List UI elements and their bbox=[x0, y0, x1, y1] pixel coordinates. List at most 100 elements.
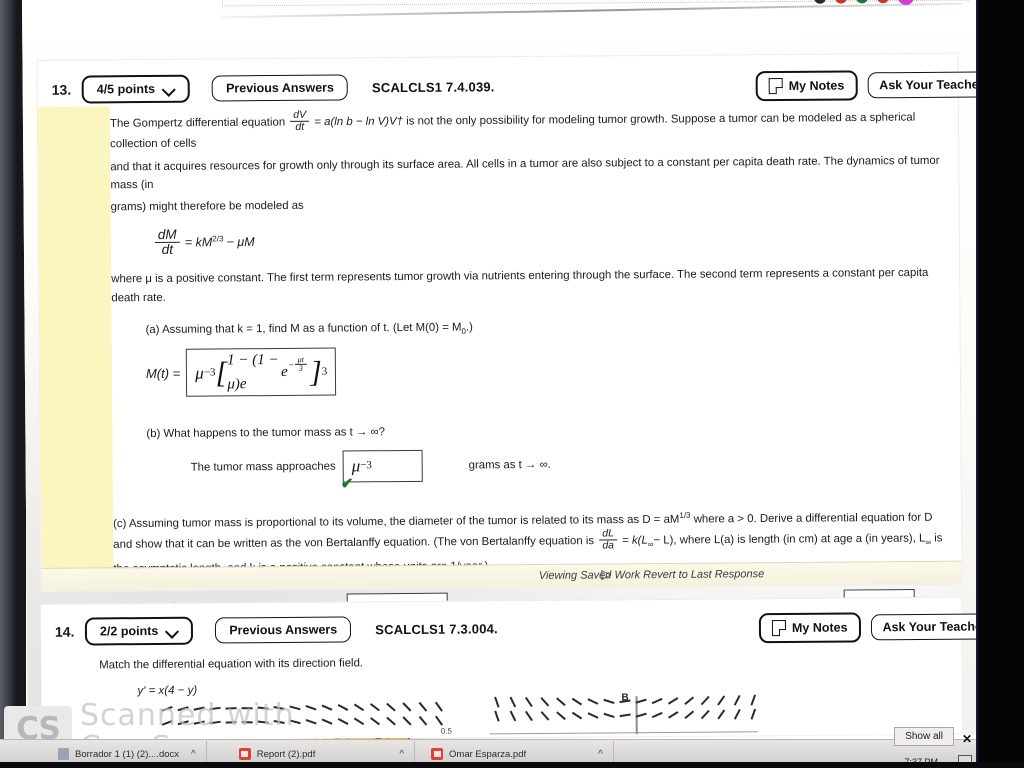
question-14-points-label: 2/2 points bbox=[99, 623, 159, 639]
part-c-line1-tail: where a > 0. Derive a differential equat… bbox=[690, 511, 933, 526]
direction-field-tick bbox=[587, 698, 599, 705]
direction-field-tick bbox=[571, 697, 583, 706]
direction-field-tick bbox=[684, 710, 694, 719]
direction-field-tick bbox=[603, 698, 615, 704]
part-a-exp-den: 3 bbox=[298, 363, 303, 373]
chevron-up-icon[interactable]: ^ bbox=[598, 749, 603, 760]
mouse-cursor-icon: ▷ bbox=[601, 566, 612, 582]
question-13-part-a-answer-row: M(t) = μ −3 [ 1 − (1 − μ)e e − μt 3] 3 bbox=[146, 343, 950, 398]
direction-field-tick bbox=[556, 711, 566, 720]
chevron-down-icon bbox=[164, 83, 175, 94]
part-b-correct-check-icon: ✔ bbox=[340, 475, 354, 493]
part-b-trail: grams as t → ∞. bbox=[468, 458, 551, 472]
dot-icon-5[interactable] bbox=[897, 0, 915, 6]
dot-icon-3[interactable] bbox=[855, 0, 869, 4]
part-a-mu: μ bbox=[195, 363, 204, 383]
part-a-outer-exponent: 3 bbox=[321, 365, 328, 378]
part-c-line2-c: − L), where L(a) is length (in cm) at ag… bbox=[653, 532, 926, 547]
direction-field-tick bbox=[619, 713, 631, 717]
question-13-points-dropdown[interactable]: 4/5 points bbox=[81, 74, 191, 104]
taskbar-item-omar-label: Omar Esparza.pdf bbox=[449, 748, 527, 760]
direction-field-tick bbox=[337, 718, 349, 725]
direction-field-tick bbox=[525, 696, 533, 707]
direction-field-tick bbox=[684, 696, 694, 705]
direction-field-tick bbox=[321, 718, 333, 725]
direction-field-tick bbox=[750, 694, 756, 706]
part-b-lead: The tumor mass approaches bbox=[190, 460, 336, 474]
direction-field-tick bbox=[435, 701, 443, 712]
direction-field-tick bbox=[540, 697, 550, 707]
direction-field-tick bbox=[494, 696, 500, 708]
direction-field-tick bbox=[353, 703, 365, 711]
part-a-prompt-tail: .) bbox=[465, 321, 473, 334]
dot-icon-4[interactable] bbox=[876, 0, 890, 4]
question-14-number: 14. bbox=[54, 623, 75, 640]
dm-dt-exponent: 2/3 bbox=[212, 234, 224, 244]
direction-field-tick bbox=[419, 715, 428, 726]
direction-field-tick bbox=[733, 708, 741, 720]
show-all-button[interactable]: Show all bbox=[894, 727, 954, 746]
question-13-part-b-answer-row: The tumor mass approaches μ −3 ✔ grams as… bbox=[190, 446, 951, 492]
part-b-answer-input[interactable]: μ −3 bbox=[342, 449, 423, 483]
part-c-line2-d: is bbox=[934, 532, 943, 545]
direction-field-tick bbox=[386, 716, 396, 726]
direction-field-tick-label: 0.5 bbox=[440, 726, 452, 736]
scanned-page-photo: Need Help? Read It Watch It Talk to a Tu… bbox=[0, 0, 1024, 768]
direction-field-tick bbox=[733, 694, 741, 706]
question-13-highlight-band bbox=[37, 106, 114, 589]
dot-icon-2[interactable] bbox=[834, 0, 848, 4]
direction-field-tick bbox=[386, 702, 396, 712]
direction-field-tick bbox=[370, 717, 381, 725]
direction-field-tick bbox=[667, 697, 679, 705]
note-icon bbox=[768, 78, 783, 95]
direction-field-tick bbox=[700, 709, 710, 720]
direction-field-tick bbox=[370, 703, 380, 711]
direction-field-tick bbox=[305, 704, 317, 711]
direction-field-tick bbox=[337, 704, 349, 711]
browser-dot-row bbox=[813, 0, 928, 6]
question-13-previous-answers-button[interactable]: Previous Answers bbox=[211, 74, 349, 102]
dm-dt-num: dM bbox=[154, 227, 180, 244]
part-a-exponent-fraction: μt 3 bbox=[294, 354, 307, 373]
direction-field-right[interactable]: B bbox=[489, 692, 758, 739]
direction-field-tick bbox=[525, 710, 533, 721]
part-a-mu-exponent: −3 bbox=[203, 366, 216, 379]
paper-sheet: Need Help? Read It Watch It Talk to a Tu… bbox=[22, 0, 1021, 755]
intro-line1-a: The Gompertz differential equation bbox=[109, 116, 286, 130]
gompertz-frac-rhs: = a(ln b − ln V)V† bbox=[314, 115, 404, 129]
taskbar-item-docx-label: Borrador 1 (1) (2)....docx bbox=[75, 748, 180, 760]
question-13-points-label: 4/5 points bbox=[96, 81, 156, 97]
question-14-body: Match the differential equation with its… bbox=[99, 650, 959, 702]
chevron-down-icon bbox=[167, 625, 178, 636]
question-14-my-notes-label: My Notes bbox=[791, 620, 848, 635]
question-13-saved-work-text: Viewing Saved Work Revert to Last Respon… bbox=[538, 568, 765, 582]
part-a-prompt-text: (a) Assuming that k = 1, find M as a fun… bbox=[145, 321, 462, 337]
gompertz-fraction: dV dt bbox=[290, 109, 310, 133]
question-14-previous-answers-button[interactable]: Previous Answers bbox=[215, 616, 352, 644]
photo-bottom-edge bbox=[0, 762, 1024, 768]
question-13-card: 13. 4/5 points Previous Answers SCALCLS1… bbox=[36, 52, 1018, 755]
question-13-my-notes-button[interactable]: My Notes bbox=[755, 70, 858, 102]
question-14-points-dropdown[interactable]: 2/2 points bbox=[84, 616, 194, 646]
dm-dt-den: dt bbox=[161, 241, 174, 257]
dot-icon-1[interactable] bbox=[813, 0, 827, 4]
direction-field-tick bbox=[509, 710, 517, 722]
question-14-ask-teacher-label: Ask Your Teacher bbox=[882, 619, 987, 635]
direction-field-tick bbox=[509, 696, 517, 708]
part-a-body: 1 − (1 − μ)e bbox=[227, 352, 279, 393]
question-13-intro-line2: and that it acquires resources for growt… bbox=[110, 154, 940, 192]
close-icon[interactable]: ✕ bbox=[962, 732, 972, 746]
chevron-up-icon[interactable]: ^ bbox=[191, 749, 196, 760]
question-13-part-a-prompt: (a) Assuming that k = 1, find M as a fun… bbox=[146, 315, 950, 342]
question-13-part-b-prompt: (b) What happens to the tumor mass as t … bbox=[146, 426, 386, 441]
question-13-display-equation: dM dt = kM2/3 − μM bbox=[153, 223, 949, 259]
direction-field-tick bbox=[556, 697, 566, 706]
question-14-my-notes-button[interactable]: My Notes bbox=[758, 612, 861, 644]
dm-dt-fraction: dM dt bbox=[154, 227, 180, 258]
direction-field-x-axis bbox=[489, 731, 758, 735]
dl-da-fraction: dL da bbox=[599, 528, 617, 552]
part-a-answer-input[interactable]: μ −3 [ 1 − (1 − μ)e e − μt 3] 3 bbox=[186, 347, 337, 398]
taskbar-item-report-label: Report (2).pdf bbox=[256, 748, 316, 760]
chevron-up-icon[interactable]: ^ bbox=[399, 749, 404, 760]
pdf-icon bbox=[238, 748, 251, 760]
